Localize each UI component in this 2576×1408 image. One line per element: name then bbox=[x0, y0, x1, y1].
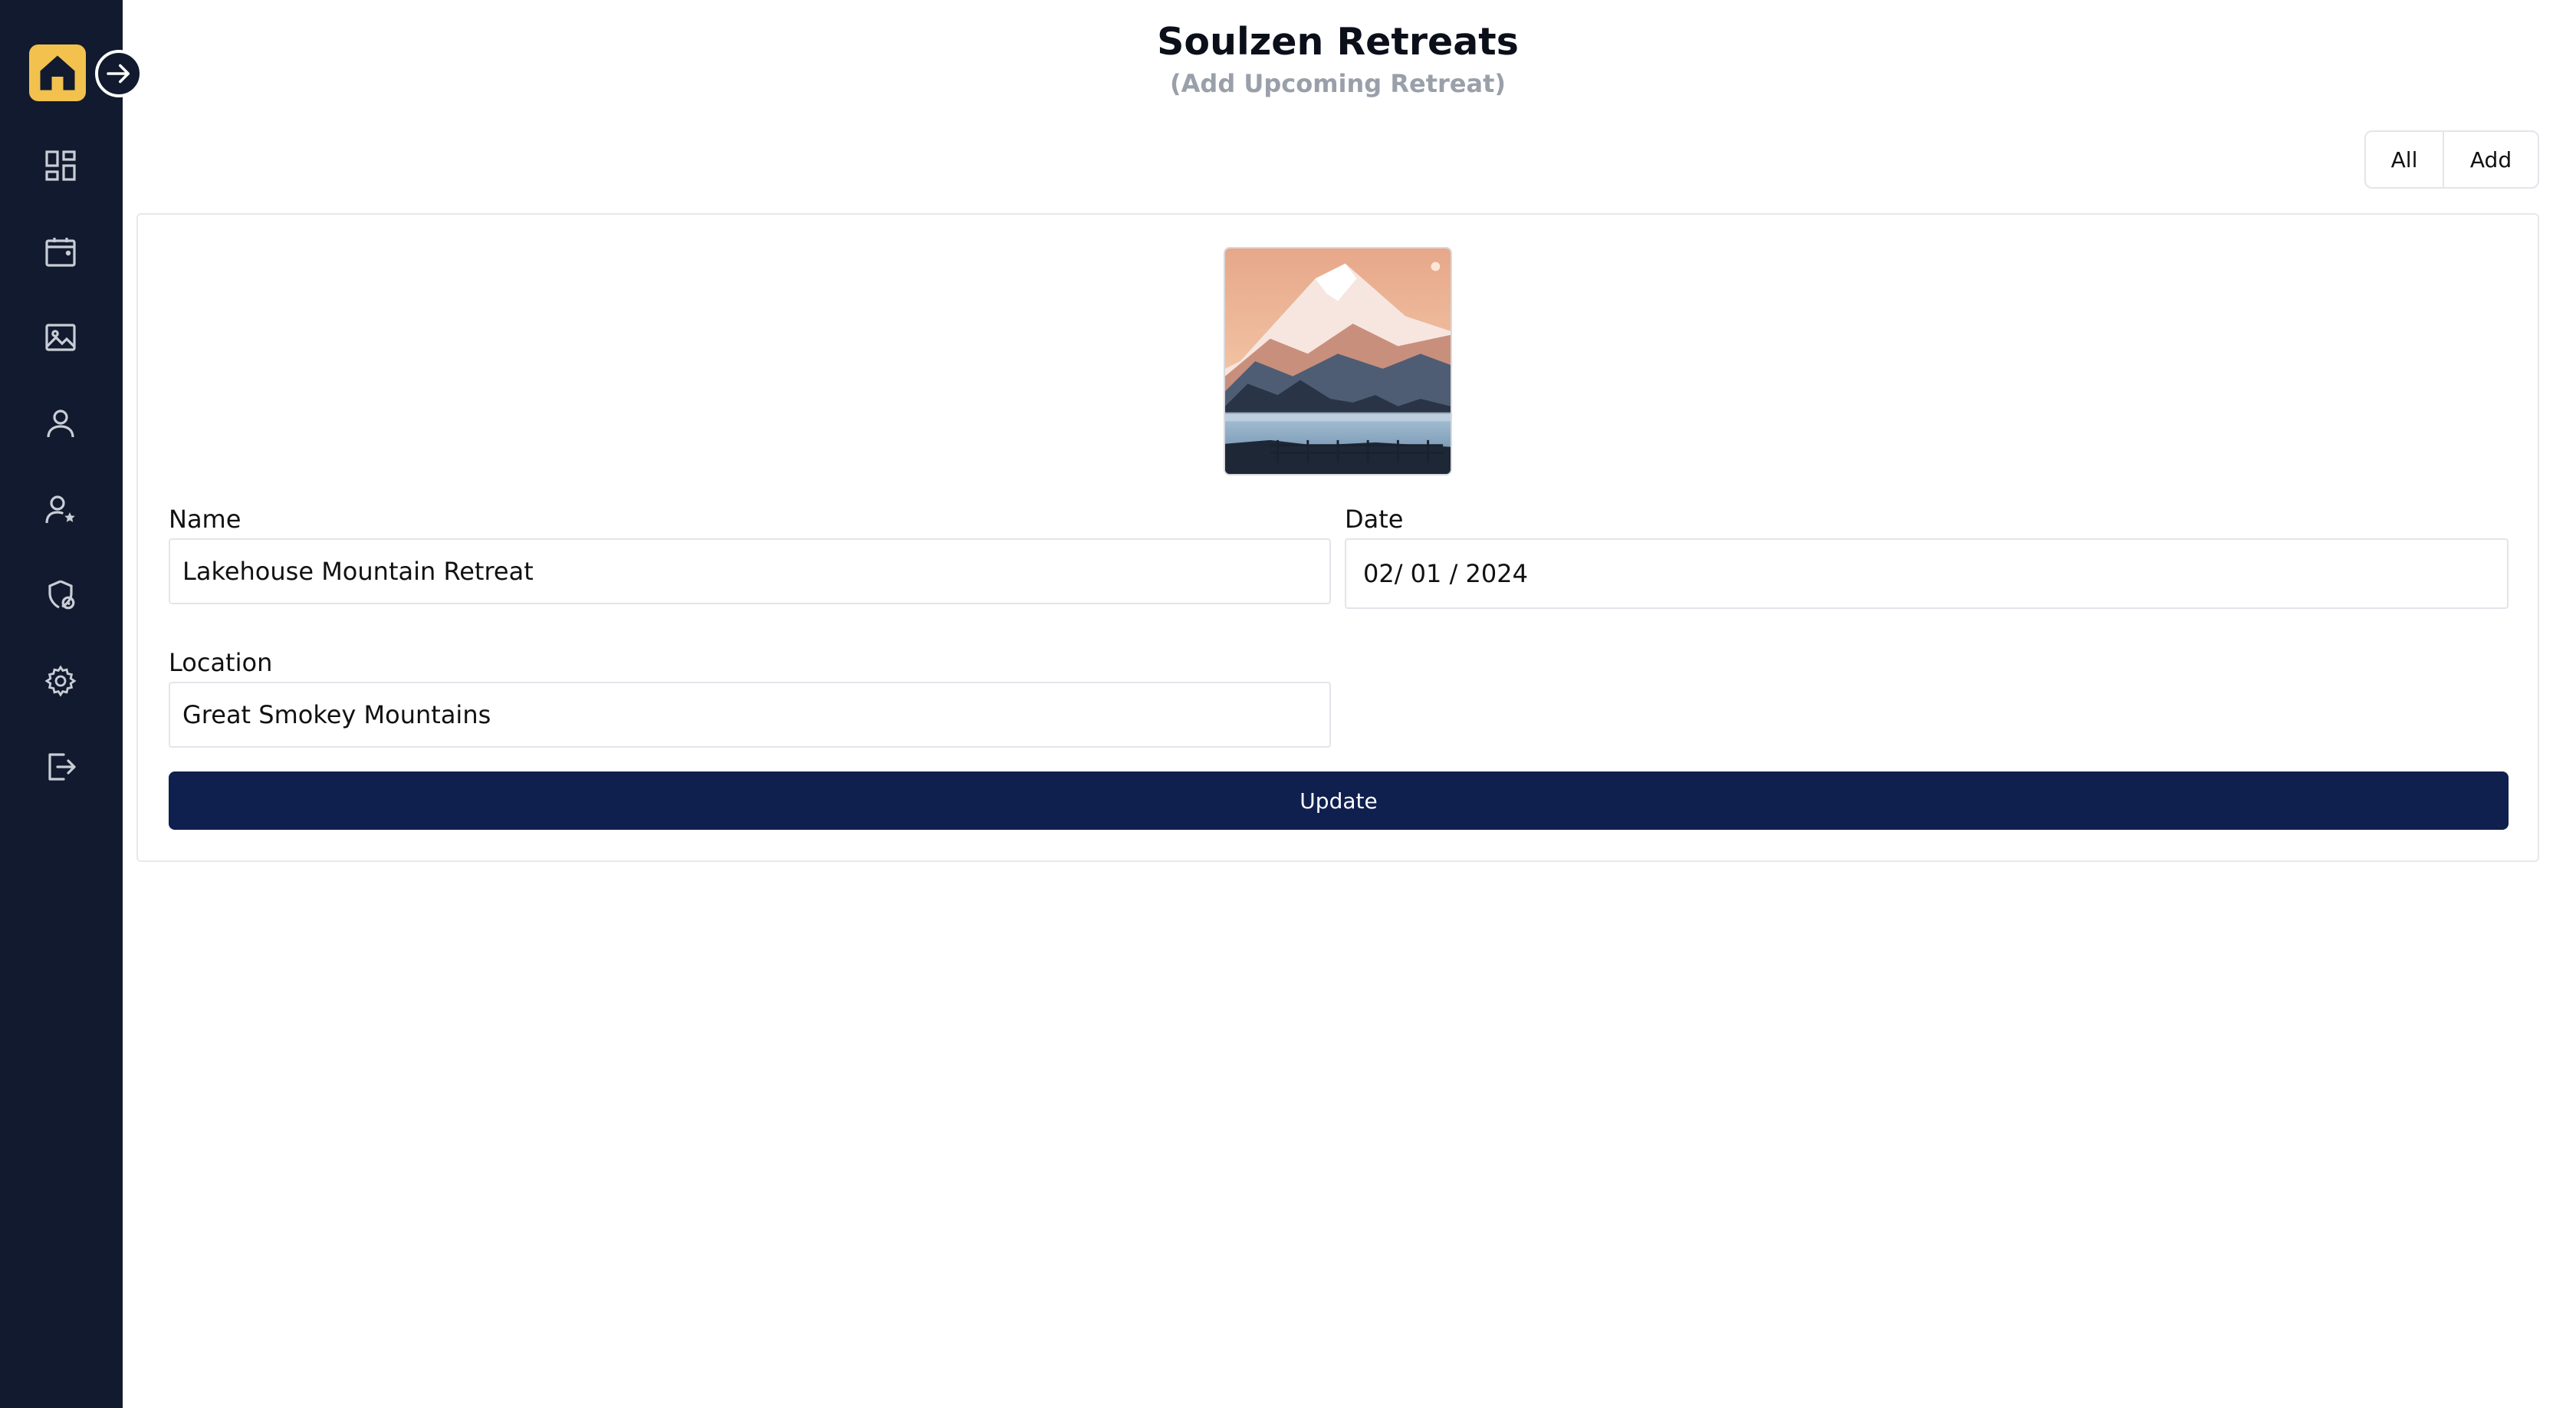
location-label: Location bbox=[169, 648, 273, 677]
sidebar-item-calendar[interactable] bbox=[35, 226, 86, 277]
mountain-landscape-image bbox=[1225, 248, 1451, 474]
sidebar-item-dashboard[interactable] bbox=[35, 140, 86, 191]
home-button[interactable] bbox=[29, 44, 86, 101]
add-button[interactable]: Add bbox=[2444, 132, 2538, 187]
location-input[interactable] bbox=[169, 682, 1331, 748]
logout-icon bbox=[48, 753, 76, 781]
gear-icon bbox=[44, 665, 77, 697]
view-toggle-group: All Add bbox=[2364, 130, 2539, 189]
home-icon bbox=[40, 55, 75, 90]
shield-icon bbox=[48, 580, 75, 610]
calendar-icon bbox=[45, 238, 76, 267]
update-button[interactable]: Update bbox=[169, 771, 2509, 830]
image-icon bbox=[45, 324, 76, 351]
dashboard-icon bbox=[45, 150, 76, 181]
sidebar-item-users[interactable] bbox=[35, 398, 86, 449]
page-title: Soulzen Retreats bbox=[1157, 20, 1519, 64]
date-input[interactable] bbox=[1345, 538, 2509, 609]
user-star-icon bbox=[45, 495, 75, 524]
all-button[interactable]: All bbox=[2366, 132, 2444, 187]
sidebar-item-gallery[interactable] bbox=[35, 312, 86, 363]
sidebar-item-security[interactable] bbox=[35, 570, 86, 620]
sidebar-item-settings[interactable] bbox=[35, 656, 86, 706]
retreat-form-card: Name Date Location Update bbox=[136, 213, 2539, 862]
name-label: Name bbox=[169, 505, 242, 534]
sidebar-toggle-button[interactable] bbox=[95, 50, 143, 97]
sidebar-item-logout[interactable] bbox=[35, 742, 86, 792]
retreat-image[interactable] bbox=[1224, 247, 1452, 475]
arrow-right-icon bbox=[107, 64, 130, 84]
user-icon bbox=[47, 410, 74, 438]
sidebar bbox=[0, 0, 143, 1408]
date-label: Date bbox=[1345, 505, 1404, 534]
name-input[interactable] bbox=[169, 538, 1331, 604]
sidebar-item-featured-users[interactable] bbox=[35, 484, 86, 535]
page-subtitle: (Add Upcoming Retreat) bbox=[1170, 69, 1506, 98]
